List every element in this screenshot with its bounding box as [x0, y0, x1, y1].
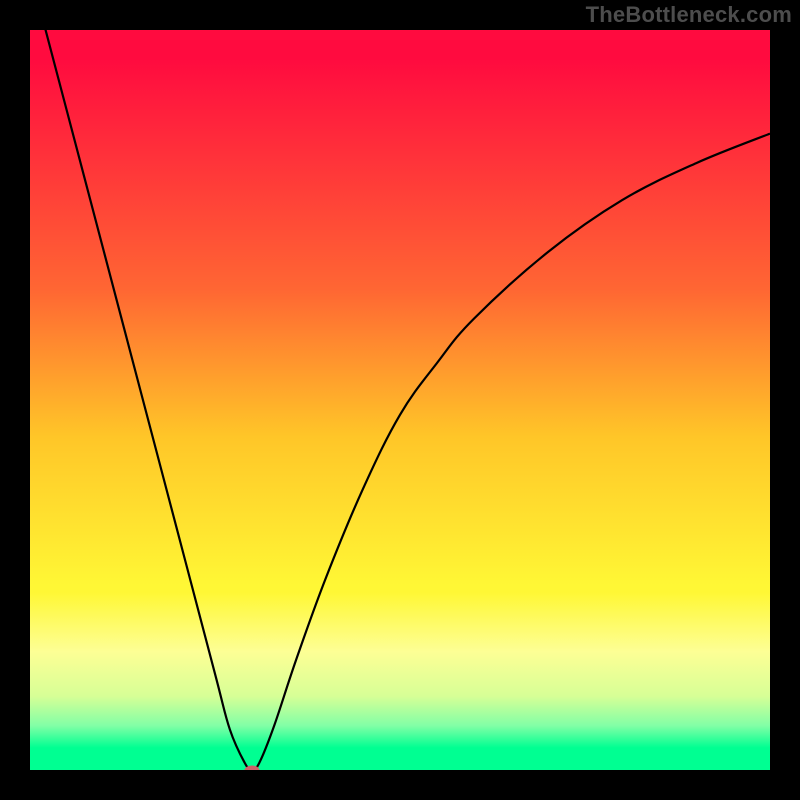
- curve-path: [30, 30, 770, 770]
- bottleneck-curve: [30, 30, 770, 770]
- plot-area: [30, 30, 770, 770]
- watermark-text: TheBottleneck.com: [586, 2, 792, 28]
- optimum-marker: [245, 766, 260, 771]
- chart-frame: TheBottleneck.com: [0, 0, 800, 800]
